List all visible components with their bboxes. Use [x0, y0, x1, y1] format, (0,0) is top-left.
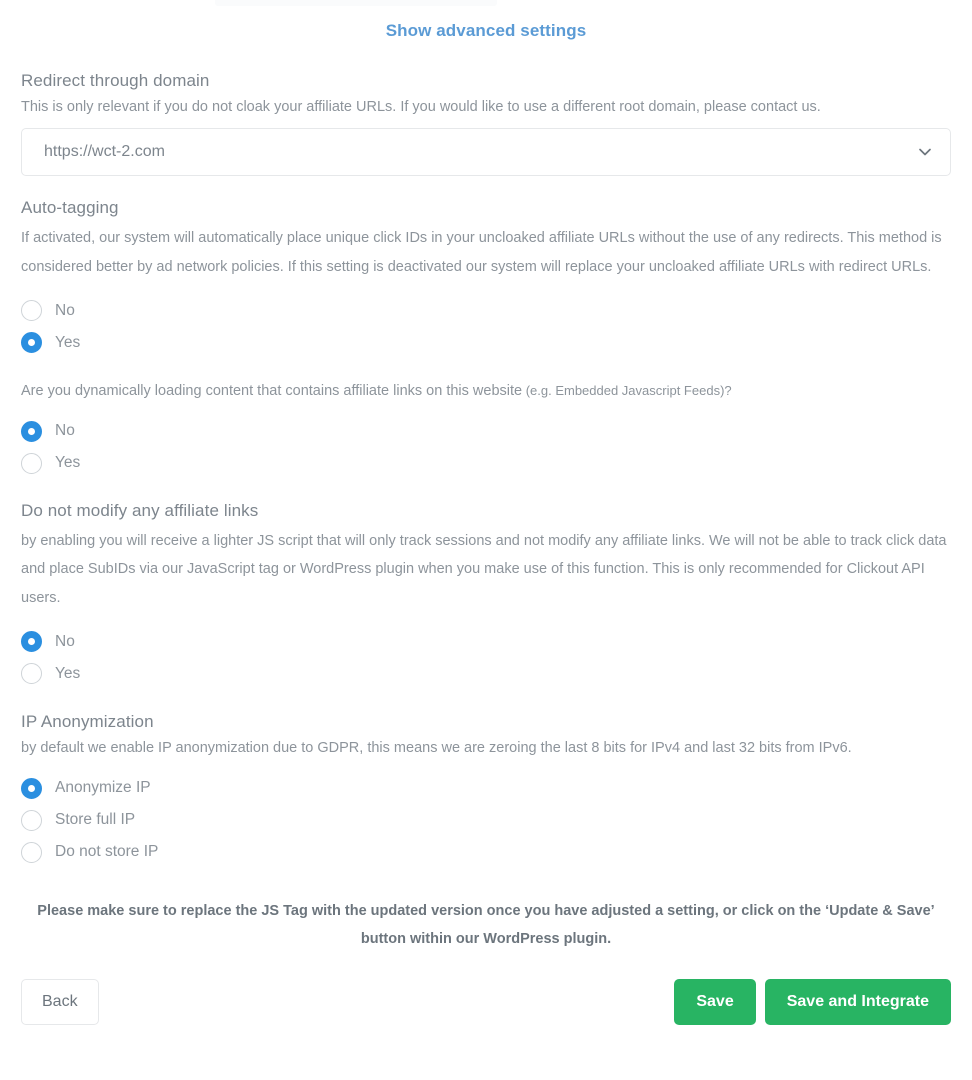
radio-option-do-not-store-ip[interactable]: Do not store IP	[21, 836, 951, 868]
section-description-ip-anonymization: by default we enable IP anonymization du…	[21, 739, 852, 756]
radio-option-anonymize-ip[interactable]: Anonymize IP	[21, 772, 951, 804]
back-button[interactable]: Back	[21, 979, 99, 1026]
section-dynamic-content: Are you dynamically loading content that…	[21, 381, 951, 479]
radio-group-auto-tagging: No Yes	[21, 295, 951, 359]
section-title-auto-tagging: Auto-tagging	[21, 198, 119, 218]
radio-label: Store full IP	[55, 811, 136, 829]
radio-icon[interactable]	[21, 841, 42, 863]
redirect-domain-select-value: https://wct-2.com	[44, 143, 165, 161]
section-question-dynamic-content: Are you dynamically loading content that…	[21, 381, 951, 401]
radio-group-do-not-modify: No Yes	[21, 626, 951, 690]
radio-label: No	[55, 422, 75, 440]
radio-label: No	[55, 632, 75, 650]
radio-option-dynamic-content-yes[interactable]: Yes	[21, 447, 951, 479]
radio-option-dynamic-content-no[interactable]: No	[21, 415, 951, 447]
radio-label: Yes	[55, 333, 81, 351]
radio-option-auto-tagging-yes[interactable]: Yes	[21, 327, 951, 359]
radio-label: Anonymize IP	[55, 779, 151, 797]
radio-option-auto-tagging-no[interactable]: No	[21, 295, 951, 327]
radio-icon[interactable]	[21, 809, 42, 831]
footer-actions: Back Save Save and Integrate	[21, 979, 951, 1043]
section-auto-tagging: Auto-tagging If activated, our system wi…	[21, 198, 951, 359]
radio-icon[interactable]	[21, 777, 42, 799]
radio-icon[interactable]	[21, 631, 42, 653]
save-button[interactable]: Save	[674, 979, 756, 1026]
radio-label: Do not store IP	[55, 843, 159, 861]
radio-option-store-full-ip[interactable]: Store full IP	[21, 804, 951, 836]
radio-icon[interactable]	[21, 332, 42, 354]
advanced-link-row: Show advanced settings	[21, 0, 951, 49]
radio-icon[interactable]	[21, 663, 42, 685]
radio-option-do-not-modify-yes[interactable]: Yes	[21, 658, 951, 690]
section-question-dynamic-content-note: (e.g. Embedded Javascript Feeds)?	[522, 382, 732, 398]
section-title-ip-anonymization: IP Anonymization	[21, 711, 154, 731]
section-do-not-modify-links: Do not modify any affiliate links by ena…	[21, 501, 951, 690]
js-tag-update-notice: Please make sure to replace the JS Tag w…	[37, 903, 935, 947]
radio-icon[interactable]	[21, 420, 42, 442]
radio-option-do-not-modify-no[interactable]: No	[21, 626, 951, 658]
section-description-redirect: This is only relevant if you do not cloa…	[21, 99, 821, 115]
cutoff-element-sliver	[215, 0, 497, 6]
radio-label: No	[55, 301, 75, 319]
redirect-domain-select[interactable]: https://wct-2.com	[21, 128, 951, 177]
section-title-do-not-modify: Do not modify any affiliate links	[21, 501, 259, 521]
radio-group-ip-anonymization: Anonymize IP Store full IP Do not store …	[21, 772, 951, 868]
redirect-domain-select-wrap: https://wct-2.com	[21, 128, 951, 177]
save-and-integrate-button[interactable]: Save and Integrate	[764, 979, 951, 1026]
section-question-dynamic-content-main: Are you dynamically loading content that…	[21, 382, 523, 399]
show-advanced-settings-link[interactable]: Show advanced settings	[386, 21, 587, 40]
section-description-do-not-modify: by enabling you will receive a lighter J…	[21, 533, 947, 606]
advanced-settings-page: Show advanced settings Redirect through …	[0, 0, 972, 1043]
radio-label: Yes	[55, 664, 81, 682]
section-ip-anonymization: IP Anonymization by default we enable IP…	[21, 712, 951, 868]
radio-group-dynamic-content: No Yes	[21, 415, 951, 479]
radio-icon[interactable]	[21, 452, 42, 474]
section-redirect-through-domain: Redirect through domain This is only rel…	[21, 71, 951, 177]
radio-label: Yes	[55, 454, 81, 472]
section-title-redirect: Redirect through domain	[21, 71, 210, 90]
section-description-auto-tagging: If activated, our system will automatica…	[21, 230, 942, 275]
radio-icon[interactable]	[21, 300, 42, 322]
